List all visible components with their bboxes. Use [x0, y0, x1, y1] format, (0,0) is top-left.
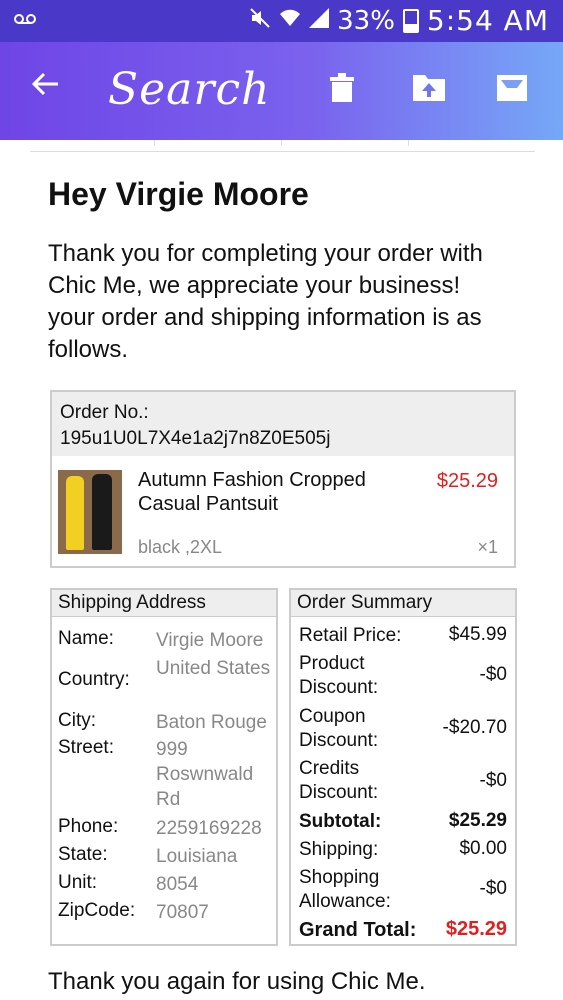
- archive-icon[interactable]: [496, 72, 527, 106]
- summary-label-product-discount: Product Discount:: [299, 653, 379, 698]
- summary-label-grand-total: Grand Total:: [299, 919, 417, 941]
- ship-value-city: Baton Rouge: [156, 712, 267, 733]
- order-summary-title: Order Summary: [291, 590, 515, 617]
- summary-value-product-discount: -$0: [479, 664, 507, 685]
- order-summary-panel: Order Summary Retail Price: $45.99 Produ…: [289, 588, 517, 946]
- trash-icon[interactable]: [328, 72, 358, 106]
- ship-label-street: Street:: [58, 737, 114, 758]
- summary-label-credits-discount: Credits Discount:: [299, 758, 379, 803]
- status-bar: 33% 5:54 AM: [0, 0, 563, 42]
- ship-label-unit: Unit:: [58, 872, 98, 893]
- order-number-label: Order No.:: [60, 402, 149, 423]
- voicemail-icon: [14, 10, 36, 31]
- summary-label-retail-price: Retail Price:: [299, 625, 402, 646]
- shipping-address-title: Shipping Address: [52, 590, 276, 617]
- ship-label-state: State:: [58, 844, 108, 865]
- summary-label-coupon-discount: Coupon Discount:: [299, 706, 379, 751]
- ship-value-phone: 2259169228: [156, 818, 262, 839]
- ship-label-city: City:: [58, 710, 96, 731]
- summary-value-subtotal: $25.29: [448, 810, 507, 831]
- clock: 5:54 AM: [426, 4, 549, 37]
- product-price: $25.29: [436, 470, 498, 492]
- order-header: Order No.: 195u1U0L7X4e1a2j7n8Z0E505j: [52, 392, 514, 456]
- greeting: Hey Virgie Moore: [48, 176, 309, 212]
- intro-text: Thank you for completing your order with…: [48, 240, 483, 363]
- folder-upload-icon[interactable]: [412, 72, 445, 106]
- divider: [30, 151, 535, 152]
- order-card: Order No.: 195u1U0L7X4e1a2j7n8Z0E505j Au…: [50, 390, 516, 568]
- ship-label-country: Country:: [58, 669, 130, 690]
- summary-value-shopping-allowance: -$0: [479, 878, 507, 899]
- app-title: Search: [108, 64, 271, 115]
- arrow-left-icon[interactable]: [30, 68, 62, 108]
- ship-value-unit: 8054: [156, 874, 199, 895]
- battery-percent: 33%: [337, 5, 395, 36]
- closing-text: Thank you again for using Chic Me.: [48, 968, 426, 995]
- product-quantity: ×1: [477, 537, 498, 557]
- signal-icon: [309, 8, 330, 33]
- summary-value-coupon-discount: -$20.70: [442, 717, 507, 738]
- summary-value-credits-discount: -$0: [479, 770, 507, 791]
- ship-label-name: Name:: [58, 628, 114, 649]
- app-bar: Search: [0, 42, 563, 140]
- ship-value-name: Virgie Moore: [156, 630, 264, 651]
- summary-value-shipping: $0.00: [459, 838, 507, 859]
- product-image[interactable]: [58, 470, 122, 554]
- summary-label-shipping: Shipping:: [299, 839, 379, 860]
- summary-label-subtotal: Subtotal:: [299, 811, 382, 832]
- order-number: 195u1U0L7X4e1a2j7n8Z0E505j: [60, 428, 331, 449]
- battery-icon: [402, 8, 419, 33]
- ship-label-zipcode: ZipCode:: [58, 900, 136, 921]
- tab-strip: [0, 140, 563, 150]
- product-name[interactable]: Autumn Fashion Cropped Casual Pantsuit: [138, 468, 418, 516]
- product-variant: black ,2XL: [138, 537, 223, 557]
- ship-value-state: Louisiana: [156, 846, 238, 867]
- summary-value-grand-total: $25.29: [445, 918, 507, 940]
- ship-value-zipcode: 70807: [156, 902, 209, 923]
- summary-label-shopping-allowance: Shopping Allowance:: [299, 867, 391, 912]
- ship-label-phone: Phone:: [58, 816, 119, 837]
- wifi-icon: [279, 8, 301, 33]
- shipping-address-panel: Shipping Address Name: Virgie Moore Coun…: [50, 588, 278, 946]
- ship-value-country: United States: [156, 658, 271, 679]
- summary-value-retail-price: $45.99: [448, 624, 507, 645]
- ship-value-street: 999 Roswnwald Rd: [156, 739, 254, 810]
- mute-icon: [249, 7, 271, 34]
